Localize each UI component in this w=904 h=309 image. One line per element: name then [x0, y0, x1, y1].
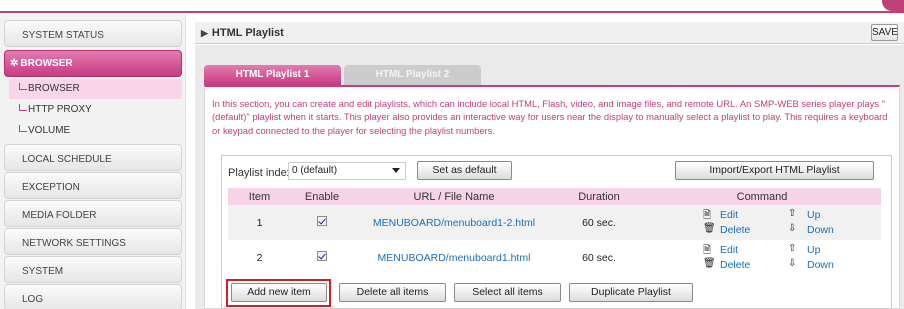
row-enable-cell: [291, 205, 353, 240]
arrow-down-icon: ⇩: [788, 223, 797, 234]
top-corner-decoration: [882, 0, 904, 11]
import-export-button[interactable]: Import/Export HTML Playlist: [675, 161, 874, 180]
row-command-cell: 🗎 Edit 🗑 Delete ⇧ Up ⇩ Down: [643, 205, 881, 240]
sidebar-item-network-settings[interactable]: NETWORK SETTINGS: [4, 228, 182, 255]
url-link[interactable]: MENUBOARD/menuboard1-2.html: [373, 217, 535, 229]
row-item-number: 1: [228, 205, 291, 240]
arrow-up-icon: ⇧: [788, 243, 797, 254]
delete-link[interactable]: Delete: [720, 259, 750, 271]
playlist-index-select[interactable]: 0 (default): [288, 162, 406, 180]
up-link[interactable]: Up: [807, 209, 820, 221]
sidebar-item-media-folder[interactable]: MEDIA FOLDER: [4, 200, 182, 227]
sub-arrow-icon: [19, 125, 27, 132]
tab-html-playlist-2[interactable]: HTML Playlist 2: [344, 65, 481, 85]
column-header-item: Item: [228, 188, 291, 205]
row-command-cell: 🗎 Edit 🗑 Delete ⇧ Up ⇩ Down: [643, 240, 881, 275]
tab-content: In this section, you can create and edit…: [204, 85, 900, 309]
down-link[interactable]: Down: [807, 224, 834, 236]
column-header-url: URL / File Name: [353, 188, 555, 205]
up-link[interactable]: Up: [807, 244, 820, 256]
trash-icon: 🗑: [703, 223, 716, 234]
tab-html-playlist-1[interactable]: HTML Playlist 1: [204, 65, 341, 85]
sidebar-item-label: LOCAL SCHEDULE: [22, 154, 112, 165]
sidebar-item-system[interactable]: SYSTEM: [4, 256, 182, 283]
delete-all-items-button[interactable]: Delete all items: [339, 283, 446, 302]
column-header-duration: Duration: [555, 188, 643, 205]
playlist-table: Item Enable URL / File Name Duration Com…: [228, 188, 881, 275]
sidebar-item-label: NETWORK SETTINGS: [22, 238, 126, 249]
enable-checkbox[interactable]: [317, 216, 327, 226]
url-link[interactable]: MENUBOARD/menuboard1.html: [378, 252, 531, 264]
sidebar-item-browser[interactable]: ✲ BROWSER: [4, 50, 182, 77]
chevron-down-icon: [392, 168, 400, 173]
sidebar-subitem-http-proxy[interactable]: HTTP PROXY: [9, 100, 182, 120]
sidebar-subitem-label: HTTP PROXY: [28, 104, 92, 115]
sidebar-subitem-label: VOLUME: [28, 125, 71, 136]
page-title-text: HTML Playlist: [211, 27, 284, 39]
set-as-default-button[interactable]: Set as default: [417, 161, 512, 180]
playlist-index-value: 0 (default): [292, 165, 338, 176]
sidebar-item-label: EXCEPTION: [22, 182, 80, 193]
section-header: ▶ HTML Playlist SAVE: [195, 22, 904, 44]
page-title: ▶ HTML Playlist: [201, 27, 284, 39]
sidebar-item-label: MEDIA FOLDER: [22, 210, 97, 221]
sidebar: SYSTEM STATUS ✲ BROWSER BROWSER HTTP PROX…: [0, 15, 186, 309]
sub-arrow-icon: [19, 83, 27, 90]
edit-link[interactable]: Edit: [720, 244, 738, 256]
sub-arrow-icon: [19, 104, 27, 111]
sidebar-subitem-browser[interactable]: BROWSER: [9, 79, 182, 99]
triangle-right-icon: ▶: [201, 28, 208, 38]
column-header-enable: Enable: [291, 188, 353, 205]
sidebar-item-exception[interactable]: EXCEPTION: [4, 172, 182, 199]
top-accent-line: [0, 11, 904, 13]
expand-star-icon: ✲: [10, 58, 19, 69]
row-duration: 60 sec.: [555, 205, 643, 240]
main-panel: HTML Playlist 1 HTML Playlist 2 In this …: [195, 45, 904, 309]
down-link[interactable]: Down: [807, 259, 834, 271]
trash-icon: 🗑: [703, 258, 716, 269]
table-header-row: Item Enable URL / File Name Duration Com…: [228, 188, 881, 205]
sidebar-subitem-volume[interactable]: VOLUME: [9, 121, 182, 141]
sidebar-subitem-label: BROWSER: [28, 83, 80, 94]
save-button[interactable]: SAVE: [871, 24, 898, 41]
sidebar-item-log[interactable]: LOG: [4, 284, 182, 309]
playlist-box: Playlist index 0 (default) Set as defaul…: [221, 155, 892, 309]
sidebar-item-label: SYSTEM: [22, 266, 64, 277]
row-enable-cell: [291, 240, 353, 275]
sidebar-item-system-status[interactable]: SYSTEM STATUS: [4, 20, 182, 47]
sidebar-item-label: SYSTEM STATUS: [22, 30, 104, 41]
select-all-items-button[interactable]: Select all items: [454, 283, 561, 302]
sidebar-item-label: LOG: [22, 294, 44, 305]
section-description: In this section, you can create and edit…: [212, 98, 888, 136]
delete-link[interactable]: Delete: [720, 224, 750, 236]
arrow-up-icon: ⇧: [788, 208, 797, 219]
row-url-cell: MENUBOARD/menuboard1-2.html: [353, 205, 555, 240]
arrow-down-icon: ⇩: [788, 258, 797, 269]
top-bar: [0, 0, 904, 14]
sidebar-item-label: BROWSER: [20, 58, 73, 69]
table-row: 1 MENUBOARD/menuboard1-2.html 60 sec. 🗎 …: [228, 205, 881, 240]
column-header-command: Command: [643, 188, 881, 205]
duplicate-playlist-button[interactable]: Duplicate Playlist: [569, 283, 693, 302]
row-duration: 60 sec.: [555, 240, 643, 275]
add-new-item-button[interactable]: Add new item: [231, 283, 327, 302]
playlist-index-label: Playlist index: [228, 167, 293, 179]
edit-link[interactable]: Edit: [720, 209, 738, 221]
enable-checkbox[interactable]: [317, 251, 327, 261]
table-row: 2 MENUBOARD/menuboard1.html 60 sec. 🗎 Ed…: [228, 240, 881, 275]
row-item-number: 2: [228, 240, 291, 275]
row-url-cell: MENUBOARD/menuboard1.html: [353, 240, 555, 275]
sidebar-item-local-schedule[interactable]: LOCAL SCHEDULE: [4, 144, 182, 171]
